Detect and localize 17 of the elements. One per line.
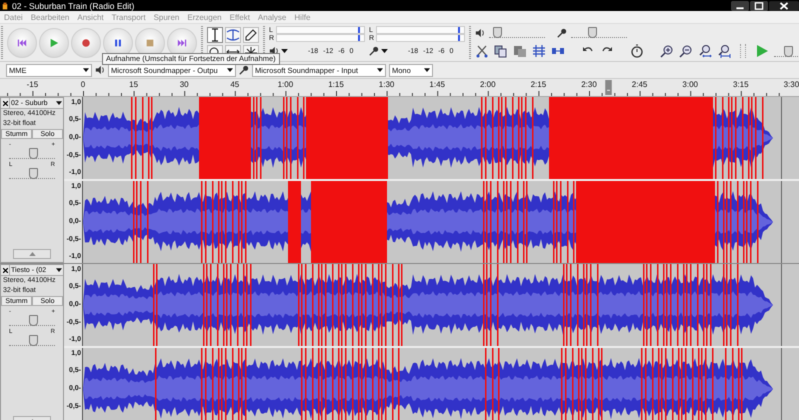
timeline-label: 2:30 bbox=[581, 80, 597, 89]
timeline-label: 1:00 bbox=[278, 80, 294, 89]
timeline-label: 1:15 bbox=[328, 80, 344, 89]
timeline-label: 1:45 bbox=[429, 80, 445, 89]
window-title: 02 - Suburban Train (Radio Edit) bbox=[12, 0, 136, 10]
timeline-label: -15 bbox=[26, 80, 38, 89]
timeline-label: 30 bbox=[180, 80, 189, 89]
timeline-label: 15 bbox=[129, 80, 138, 89]
timeline-label: 2:00 bbox=[480, 80, 496, 89]
timeline-label: 3:30 bbox=[784, 80, 799, 89]
timeline-label: 0 bbox=[80, 80, 86, 89]
timeline-label: 2:15 bbox=[530, 80, 546, 89]
timeline-label: 1:30 bbox=[378, 80, 394, 89]
timeline-label: 2:45 bbox=[632, 80, 648, 89]
timeline-label: 3:00 bbox=[682, 80, 698, 89]
timeline-label: 3:15 bbox=[733, 80, 749, 89]
timeline-label: 45 bbox=[230, 80, 240, 89]
